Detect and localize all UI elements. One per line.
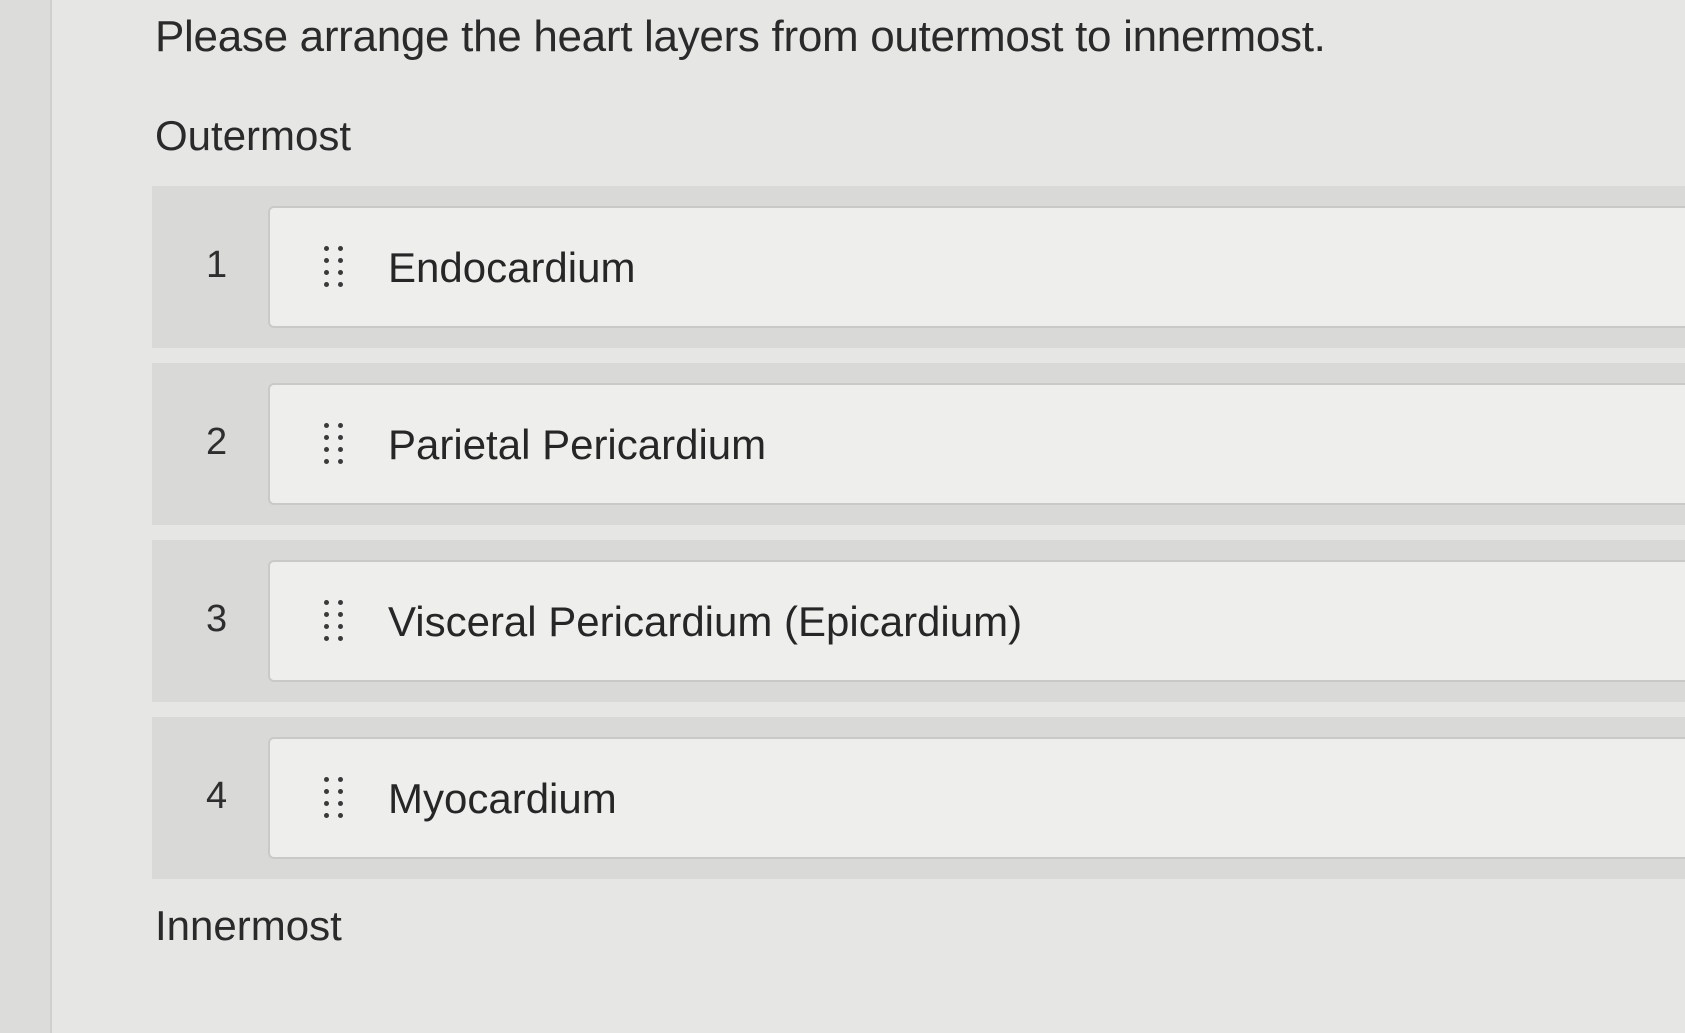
draggable-item-myocardium[interactable]: Myocardium [268,737,1685,859]
position-number: 2 [206,421,228,463]
ordering-row: 2 Parietal Pericardium [152,363,1685,525]
item-label: Parietal Pericardium [388,421,767,468]
ordering-row: 3 Visceral Pericardium (Epicardium) [152,540,1685,702]
position-number: 1 [206,244,228,286]
draggable-item-parietal-pericardium[interactable]: Parietal Pericardium [268,383,1685,505]
draggable-item-visceral-pericardium[interactable]: Visceral Pericardium (Epicardium) [268,560,1685,682]
outermost-label: Outermost [155,112,352,159]
ordering-row: 1 Endocardium [152,186,1685,348]
drag-handle-icon[interactable] [324,246,346,290]
item-label: Endocardium [388,244,636,291]
position-number: 3 [206,598,228,640]
drag-handle-icon[interactable] [324,600,346,644]
position-number: 4 [206,775,228,817]
question-prompt: Please arrange the heart layers from out… [155,12,1326,61]
item-label: Myocardium [388,775,617,822]
ordering-row: 4 Myocardium [152,717,1685,879]
drag-handle-icon[interactable] [324,423,346,467]
left-rail [0,0,52,1033]
ordering-list: 1 Endocardium 2 Parietal Pericardium 3 V… [152,186,1685,879]
item-label: Visceral Pericardium (Epicardium) [388,598,1023,645]
drag-handle-icon[interactable] [324,777,346,821]
draggable-item-endocardium[interactable]: Endocardium [268,206,1685,328]
innermost-label: Innermost [155,902,342,949]
